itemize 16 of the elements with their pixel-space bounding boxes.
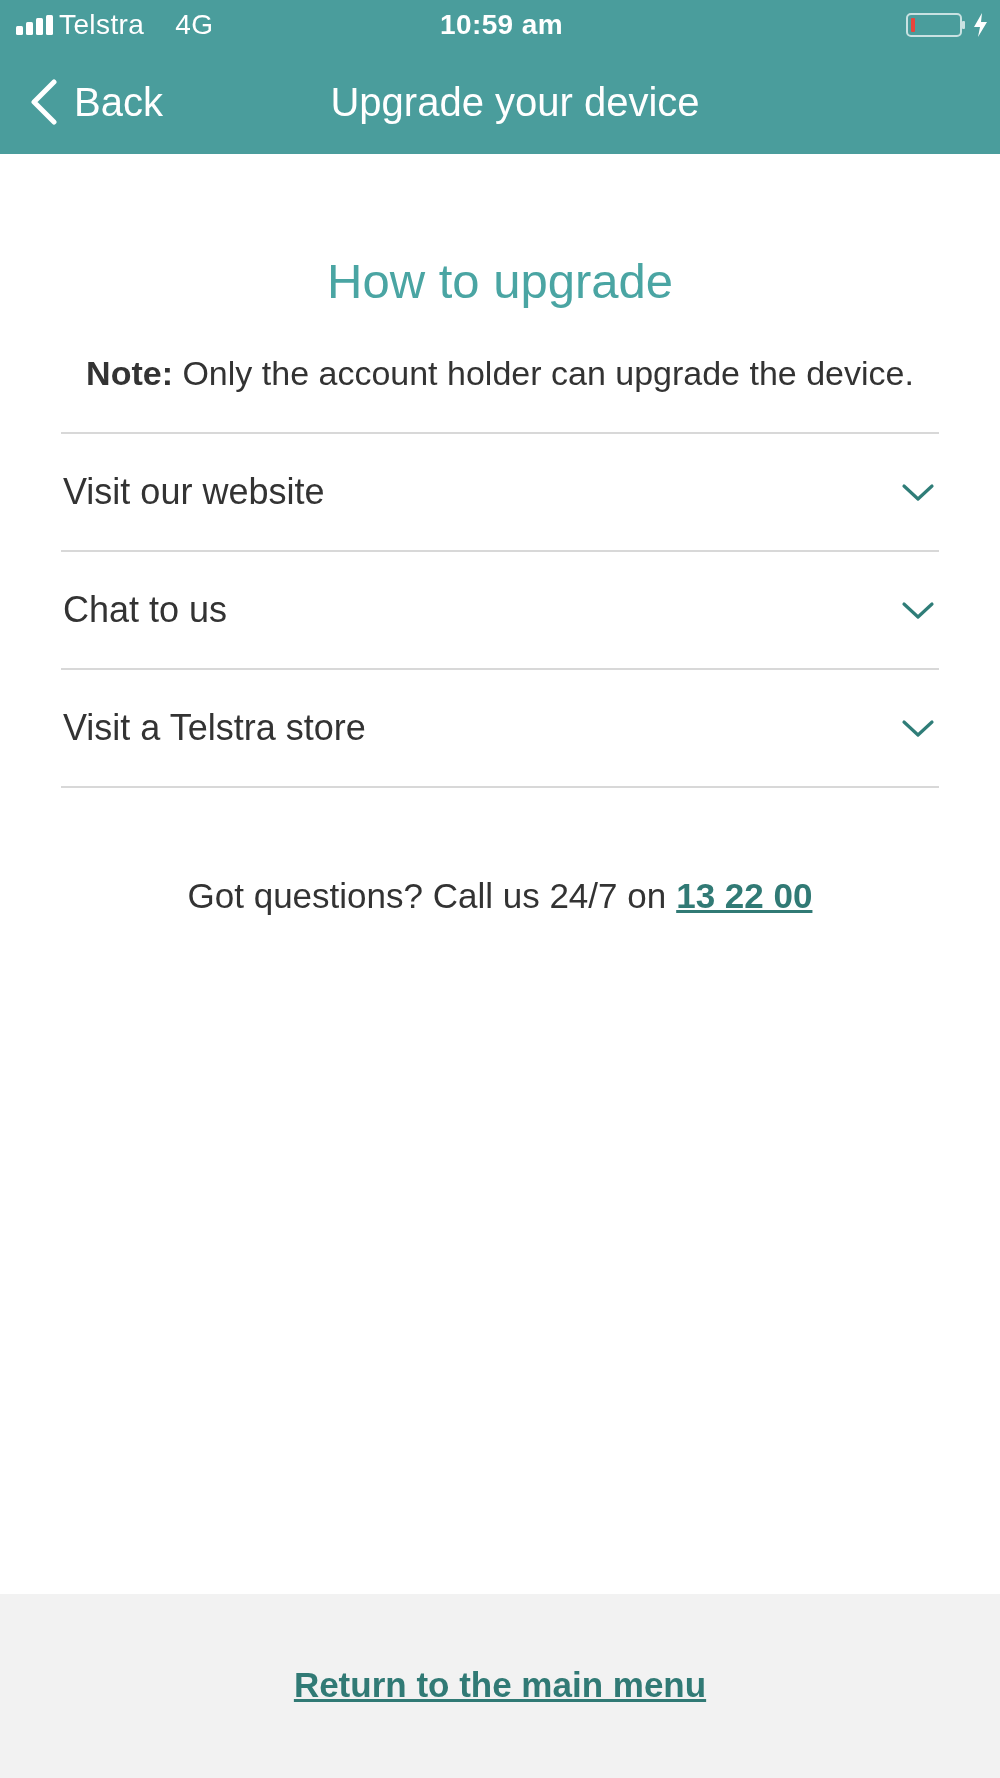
main-menu-link[interactable]: Return to the main menu (293, 1665, 707, 1705)
back-chevron-icon (30, 79, 58, 125)
chevron-down-icon (901, 718, 935, 738)
network-type: 4G (175, 9, 214, 41)
section-heading: How to upgrade (326, 254, 674, 308)
charging-bolt-icon (974, 13, 987, 37)
carrier-name: Telstra (59, 9, 145, 41)
status-time: 10:59 am (439, 9, 564, 41)
battery-icon (906, 13, 966, 37)
note-text: Note: Only the account holder can upgrade the device. (85, 353, 915, 394)
signal-icon (16, 15, 54, 35)
chevron-down-icon (901, 600, 935, 620)
contact-text: Got questions? Call us 24/7 on (187, 876, 667, 915)
chevron-down-icon (901, 482, 935, 502)
phone-link[interactable]: 13 22 00 (676, 876, 813, 915)
page-title: Upgrade your device (330, 79, 700, 125)
